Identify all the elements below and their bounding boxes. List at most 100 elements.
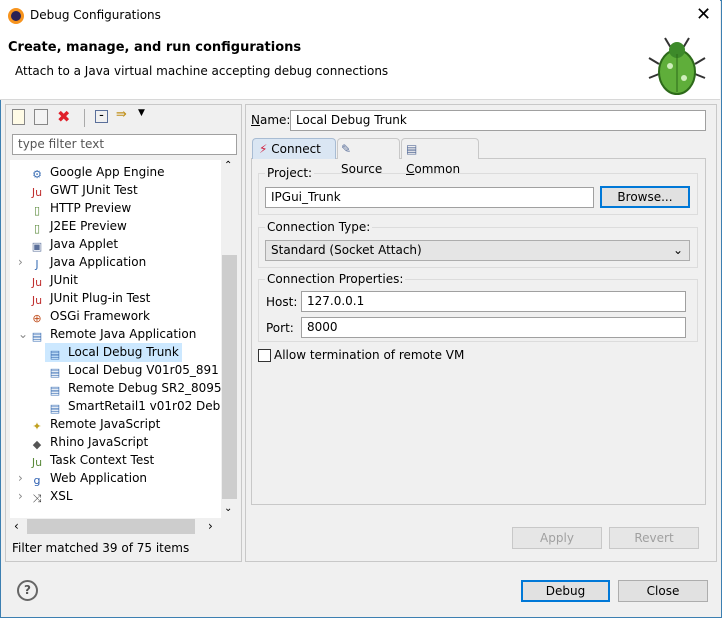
scroll-left-icon[interactable]: ‹ — [14, 519, 19, 533]
allow-termination-checkbox[interactable] — [258, 349, 271, 362]
tree-item[interactable]: ▤ Local Debug Trunk — [10, 343, 221, 362]
expand-toggle-icon[interactable]: ⌄ — [18, 325, 28, 343]
revert-button[interactable]: Revert — [609, 527, 699, 549]
tree-item[interactable]: ▤ SmartRetail1 v01r02 Debug — [10, 397, 221, 415]
tree-item-label: Remote JavaScript — [50, 417, 161, 431]
duplicate-icon[interactable] — [34, 109, 48, 125]
tab-connect[interactable]: ⚡ Connect — [252, 138, 336, 159]
source-icon: ✎ — [341, 142, 352, 156]
config-type-icon: ▤ — [49, 348, 61, 361]
tree-item[interactable]: ▯ J2EE Preview — [10, 217, 221, 235]
eclipse-icon — [8, 8, 24, 24]
connect-icon: ⚡ — [259, 142, 268, 156]
config-type-icon: Ju — [31, 456, 43, 469]
configuration-tree: ⚙ Google App Engine Ju GWT JUnit Test ▯ HTTP … — [10, 160, 221, 518]
tab-source[interactable]: ✎ Source — [337, 138, 400, 176]
name-input[interactable]: Local Debug Trunk — [290, 110, 706, 131]
dialog-header: Create, manage, and run configurations A… — [0, 32, 720, 100]
tree-item-label: Google App Engine — [50, 165, 165, 179]
tree-item-label: XSL — [50, 489, 73, 503]
config-type-icon: ▣ — [31, 240, 43, 253]
window-title: Debug Configurations — [30, 8, 161, 22]
config-type-icon: Ju — [31, 186, 43, 199]
config-type-icon: ▤ — [49, 384, 61, 397]
tree-item-label: JUnit — [50, 273, 78, 287]
tree-item-label: Java Application — [50, 255, 147, 269]
scroll-up-icon[interactable]: ⌃ — [224, 160, 232, 171]
h-scroll-thumb[interactable] — [27, 519, 195, 534]
connection-type-select[interactable]: Standard (Socket Attach) ⌄ — [265, 240, 690, 261]
config-type-icon: ⊕ — [32, 312, 42, 325]
vertical-scrollbar[interactable]: ⌃ ⌄ — [221, 160, 238, 518]
tree-item[interactable]: › g Web Application — [10, 469, 221, 487]
config-type-icon: ▯ — [33, 204, 41, 217]
tree-item-label: JUnit Plug-in Test — [50, 291, 151, 305]
tree-item[interactable]: ◆ Rhino JavaScript — [10, 433, 221, 451]
tree-item-label: Rhino JavaScript — [50, 435, 149, 449]
config-type-icon: Ju — [31, 276, 43, 289]
scroll-down-icon[interactable]: ⌄ — [224, 503, 232, 514]
tree-item[interactable]: ▯ HTTP Preview — [10, 199, 221, 217]
config-type-icon: ▤ — [49, 402, 61, 415]
config-type-icon: ✦ — [32, 420, 42, 433]
horizontal-scrollbar[interactable]: ‹ › — [10, 518, 238, 535]
tree-item-label: HTTP Preview — [50, 201, 132, 215]
delete-icon[interactable]: ✖ — [57, 107, 70, 126]
tree-item-label: Java Applet — [50, 237, 119, 251]
tree-item-label: GWT JUnit Test — [50, 183, 138, 197]
dropdown-icon[interactable]: ▼ — [138, 108, 145, 118]
expand-toggle-icon[interactable]: › — [18, 487, 23, 505]
configuration-list-panel: ✖ - ⇛ ▼ type filter text ⚙ Google App Eng… — [5, 104, 242, 562]
filter-status: Filter matched 39 of 75 items — [12, 541, 190, 555]
tree-item[interactable]: Ju JUnit Plug-in Test — [10, 289, 221, 307]
tree-item[interactable]: ▣ Java Applet — [10, 235, 221, 253]
filter-input[interactable]: type filter text — [12, 134, 237, 155]
tree-item[interactable]: ▤ Remote Debug SR2_8095 — [10, 379, 221, 397]
config-type-icon: ⚙ — [32, 168, 42, 181]
config-type-icon: ⤨ — [32, 492, 42, 505]
config-type-icon: ▤ — [49, 366, 61, 379]
new-configuration-icon[interactable] — [12, 109, 25, 125]
expand-toggle-icon[interactable]: › — [18, 253, 23, 271]
tree-item[interactable]: ⌄ ▤ Remote Java Application — [10, 325, 221, 343]
host-label: Host: — [266, 295, 298, 309]
debug-button[interactable]: Debug — [521, 580, 610, 602]
common-icon: ▤ — [406, 142, 418, 156]
collapse-all-icon[interactable]: - — [95, 109, 108, 123]
expand-toggle-icon[interactable]: › — [18, 469, 23, 487]
scroll-thumb[interactable] — [222, 255, 237, 499]
allow-termination-label[interactable]: Allow termination of remote VM — [274, 348, 464, 362]
tree-item-label: Task Context Test — [50, 453, 155, 467]
tree-item[interactable]: ⚙ Google App Engine — [10, 163, 221, 181]
toolbar-separator — [84, 109, 85, 127]
header-title: Create, manage, and run configurations — [8, 40, 302, 55]
browse-button[interactable]: Browse... — [600, 186, 690, 208]
help-icon[interactable]: ? — [17, 580, 38, 601]
close-icon[interactable]: ✕ — [696, 4, 711, 25]
tree-item[interactable]: Ju Task Context Test — [10, 451, 221, 469]
config-type-icon: Ju — [31, 294, 43, 307]
tree-item[interactable]: Ju JUnit — [10, 271, 221, 289]
close-button[interactable]: Close — [618, 580, 708, 602]
scroll-right-icon[interactable]: › — [208, 519, 213, 533]
filter-icon[interactable]: ⇛ — [116, 107, 127, 122]
apply-button[interactable]: Apply — [512, 527, 602, 549]
tree-item[interactable]: Ju GWT JUnit Test — [10, 181, 221, 199]
config-type-icon: ◆ — [32, 438, 42, 451]
bug-icon — [648, 37, 706, 95]
tab-common[interactable]: ▤ Common — [401, 138, 479, 176]
host-input[interactable]: 127.0.0.1 — [301, 291, 686, 312]
tree-item[interactable]: ▤ Local Debug V01r05_891 — [10, 361, 221, 379]
config-type-icon: g — [33, 474, 41, 487]
title-bar: Debug Configurations ✕ — [0, 0, 720, 32]
tree-item[interactable]: › J Java Application — [10, 253, 221, 271]
tree-item[interactable]: ⊕ OSGi Framework — [10, 307, 221, 325]
config-type-icon: ▯ — [33, 222, 41, 235]
tree-item[interactable]: › ⤨ XSL — [10, 487, 221, 505]
project-input[interactable]: IPGui_Trunk — [265, 187, 594, 208]
tree-item-label: Remote Java Application — [50, 327, 197, 341]
tree-item[interactable]: ✦ Remote JavaScript — [10, 415, 221, 433]
name-label: Name: — [251, 113, 291, 127]
port-input[interactable]: 8000 — [301, 317, 686, 338]
port-label: Port: — [266, 321, 294, 335]
